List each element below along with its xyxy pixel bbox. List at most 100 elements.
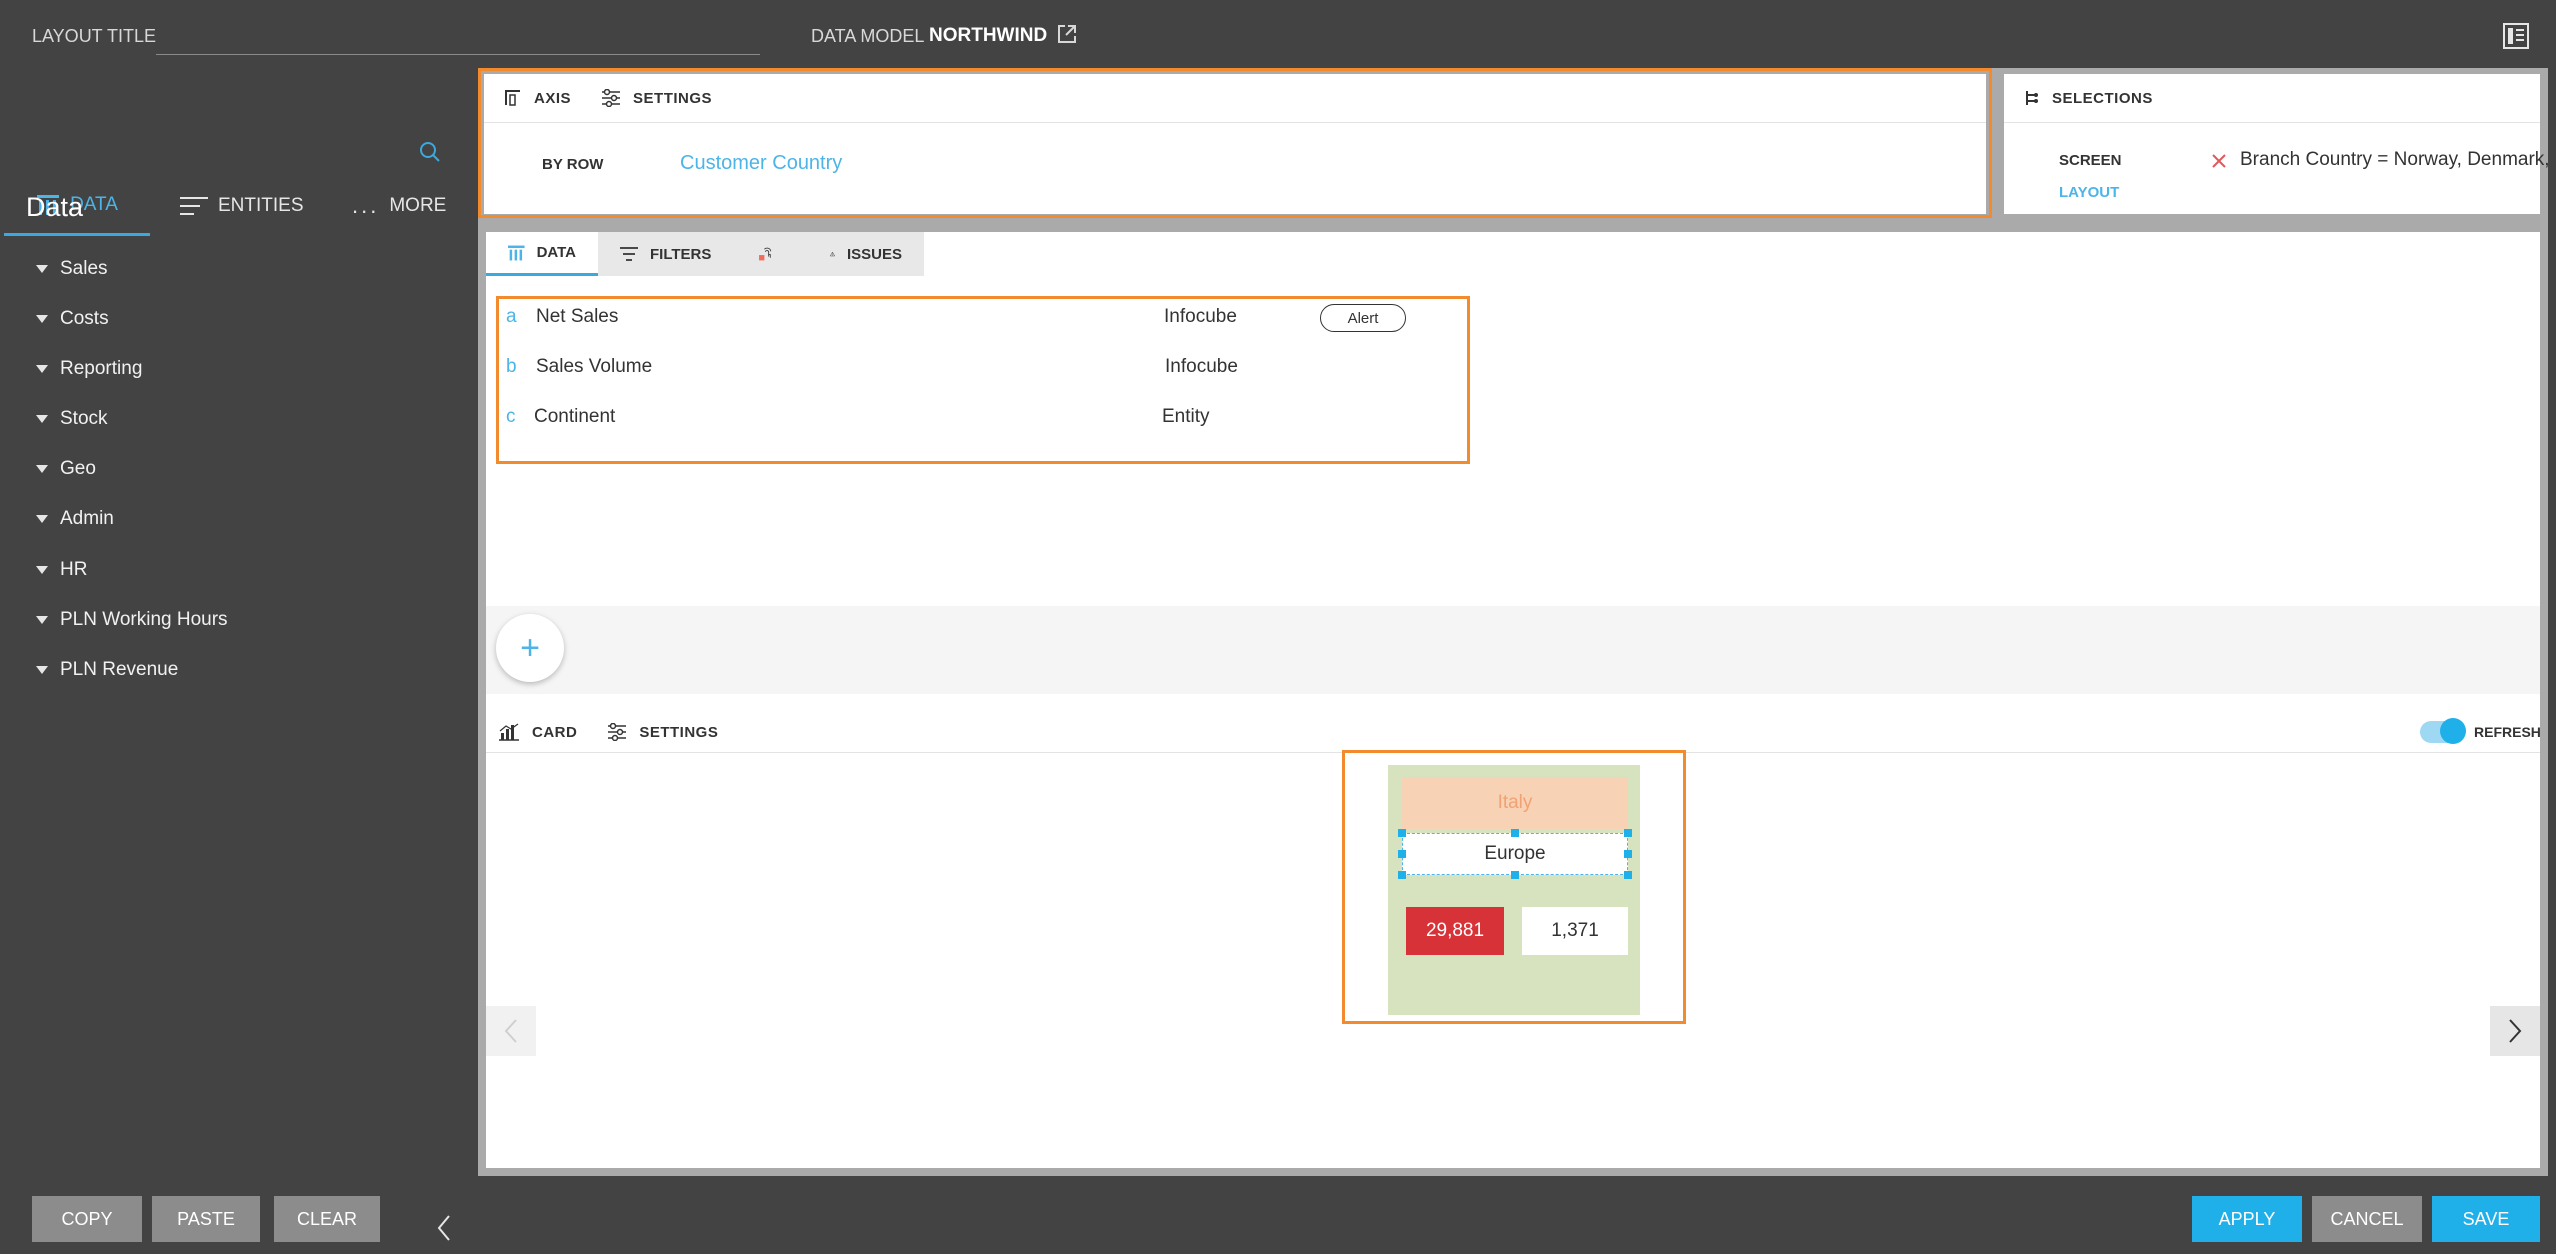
resize-handle[interactable] <box>1398 850 1406 858</box>
row-name: Continent <box>534 406 616 427</box>
expand-triangle-icon <box>36 415 48 423</box>
tab-issues[interactable]: ISSUES <box>808 232 924 276</box>
prev-card-button[interactable] <box>486 1006 536 1056</box>
layout-title-label: LAYOUT TITLE <box>32 26 157 46</box>
next-card-button[interactable] <box>2490 1006 2540 1056</box>
bar-chart-icon <box>499 723 519 741</box>
tree-item-sales[interactable]: Sales <box>36 254 108 284</box>
tab-axis[interactable]: AXIS <box>504 89 571 107</box>
data-row-a[interactable]: a Net Sales Infocube Alert <box>494 298 1454 338</box>
data-model-label: DATA MODEL <box>811 26 925 46</box>
expand-triangle-icon <box>36 515 48 523</box>
chevron-right-icon <box>2509 1019 2522 1043</box>
clear-button[interactable]: CLEAR <box>274 1196 380 1242</box>
resize-handle[interactable] <box>1511 871 1519 879</box>
axis-icon <box>505 90 520 106</box>
card-subtitle[interactable]: Europe <box>1402 833 1628 875</box>
card-value-sales-volume: 1,371 <box>1522 907 1628 955</box>
resize-handle[interactable] <box>1398 829 1406 837</box>
apply-button[interactable]: APPLY <box>2192 1196 2302 1242</box>
tab-data-definitions[interactable]: DATA <box>486 232 598 276</box>
row-letter: c <box>506 406 516 427</box>
tree-item-hr[interactable]: HR <box>36 555 87 585</box>
tab-axis-settings[interactable]: SETTINGS <box>601 89 712 107</box>
expand-triangle-icon <box>36 365 48 373</box>
copy-button[interactable]: COPY <box>32 1196 142 1242</box>
tab-more-label: MORE <box>389 195 447 216</box>
settings-sliders-icon <box>602 89 621 107</box>
data-row-b[interactable]: b Sales Volume Infocube <box>494 348 1454 388</box>
selections-panel-header: SELECTIONS <box>2004 74 2540 123</box>
axis-panel-header: AXIS SETTINGS <box>484 74 1986 123</box>
layout-list-icon[interactable] <box>2502 22 2530 50</box>
entities-list-icon <box>180 197 208 215</box>
selection-text: Branch Country = Norway, Denmark, Poland <box>2240 149 2556 170</box>
expand-triangle-icon <box>36 616 48 624</box>
save-button[interactable]: SAVE <box>2432 1196 2540 1242</box>
tree-item-geo[interactable]: Geo <box>36 454 96 484</box>
tab-filters[interactable]: FILTERS <box>598 232 736 276</box>
more-dots-icon: ... <box>352 193 380 218</box>
expand-triangle-icon <box>36 265 48 273</box>
remove-selection-icon[interactable] <box>2210 152 2228 170</box>
touch-gesture-icon <box>759 247 772 261</box>
paste-button[interactable]: PASTE <box>152 1196 260 1242</box>
refresh-toggle[interactable] <box>2420 718 2466 744</box>
row-source: Entity <box>1162 406 1210 427</box>
cancel-button[interactable]: CANCEL <box>2312 1196 2422 1242</box>
tab-card-settings[interactable]: SETTINGS <box>607 723 718 741</box>
axis-panel: AXIS SETTINGS BY ROW Customer Country <box>478 68 1992 218</box>
layout-title-input[interactable] <box>156 18 760 55</box>
layout-link[interactable]: LAYOUT <box>2059 184 2119 201</box>
resize-handle[interactable] <box>1624 850 1632 858</box>
resize-handle[interactable] <box>1624 871 1632 879</box>
tab-more[interactable]: ... MORE <box>352 176 452 236</box>
data-row-c[interactable]: c Continent Entity <box>494 398 1454 438</box>
add-row-area <box>486 606 2540 694</box>
tab-touch[interactable] <box>736 232 808 276</box>
tree-item-pln-working-hours[interactable]: PLN Working Hours <box>36 605 228 635</box>
row-letter: a <box>506 306 517 327</box>
resize-handle[interactable] <box>1398 871 1406 879</box>
external-link-icon[interactable] <box>1056 23 1078 45</box>
screen-label: SCREEN <box>2059 152 2122 169</box>
row-name: Sales Volume <box>536 356 653 377</box>
card-panel: CARD SETTINGS REFRESH Italy Europe 29,88… <box>486 712 2541 1168</box>
by-row-value-link[interactable]: Customer Country <box>680 152 842 175</box>
tab-entities[interactable]: ENTITIES <box>180 176 330 236</box>
expand-triangle-icon <box>36 666 48 674</box>
card-value-net-sales: 29,881 <box>1406 907 1504 955</box>
sidebar-heading: Data <box>26 192 84 222</box>
resize-handle[interactable] <box>1624 829 1632 837</box>
warning-icon <box>830 251 835 257</box>
selections-title: SELECTIONS <box>2024 89 2153 107</box>
card-preview[interactable]: Italy Europe 29,881 1,371 <box>1388 765 1640 1015</box>
expand-triangle-icon <box>36 315 48 323</box>
filter-icon <box>620 247 638 261</box>
data-grid-icon <box>508 245 525 260</box>
alert-badge-button[interactable]: Alert <box>1320 304 1406 332</box>
search-icon[interactable] <box>418 140 442 164</box>
tree-item-costs[interactable]: Costs <box>36 304 109 334</box>
row-name: Net Sales <box>536 306 619 327</box>
row-letter: b <box>506 356 517 377</box>
by-row-label: BY ROW <box>542 156 604 173</box>
tab-card[interactable]: CARD <box>498 723 577 741</box>
selections-tree-icon <box>2026 91 2038 105</box>
tree-item-admin[interactable]: Admin <box>36 504 114 534</box>
tree-item-stock[interactable]: Stock <box>36 404 108 434</box>
resize-handle[interactable] <box>1511 829 1519 837</box>
main-area: AXIS SETTINGS BY ROW Customer Country SE… <box>478 68 2556 1176</box>
card-panel-header: CARD SETTINGS <box>486 712 2540 753</box>
settings-sliders-icon <box>608 723 627 741</box>
collapse-sidebar-icon[interactable] <box>430 1210 458 1246</box>
tree-item-reporting[interactable]: Reporting <box>36 354 142 384</box>
data-model-name: NORTHWIND <box>929 25 1048 46</box>
add-data-button[interactable]: + <box>496 614 564 682</box>
card-title: Italy <box>1402 777 1628 829</box>
tree-item-pln-revenue[interactable]: PLN Revenue <box>36 655 178 685</box>
chevron-left-icon <box>504 1019 517 1043</box>
data-panel: DATA FILTERS ISSUES a Net Sales Infocube… <box>486 232 2540 758</box>
tab-entities-label: ENTITIES <box>218 195 304 216</box>
refresh-label: REFRESH <box>2474 724 2541 740</box>
